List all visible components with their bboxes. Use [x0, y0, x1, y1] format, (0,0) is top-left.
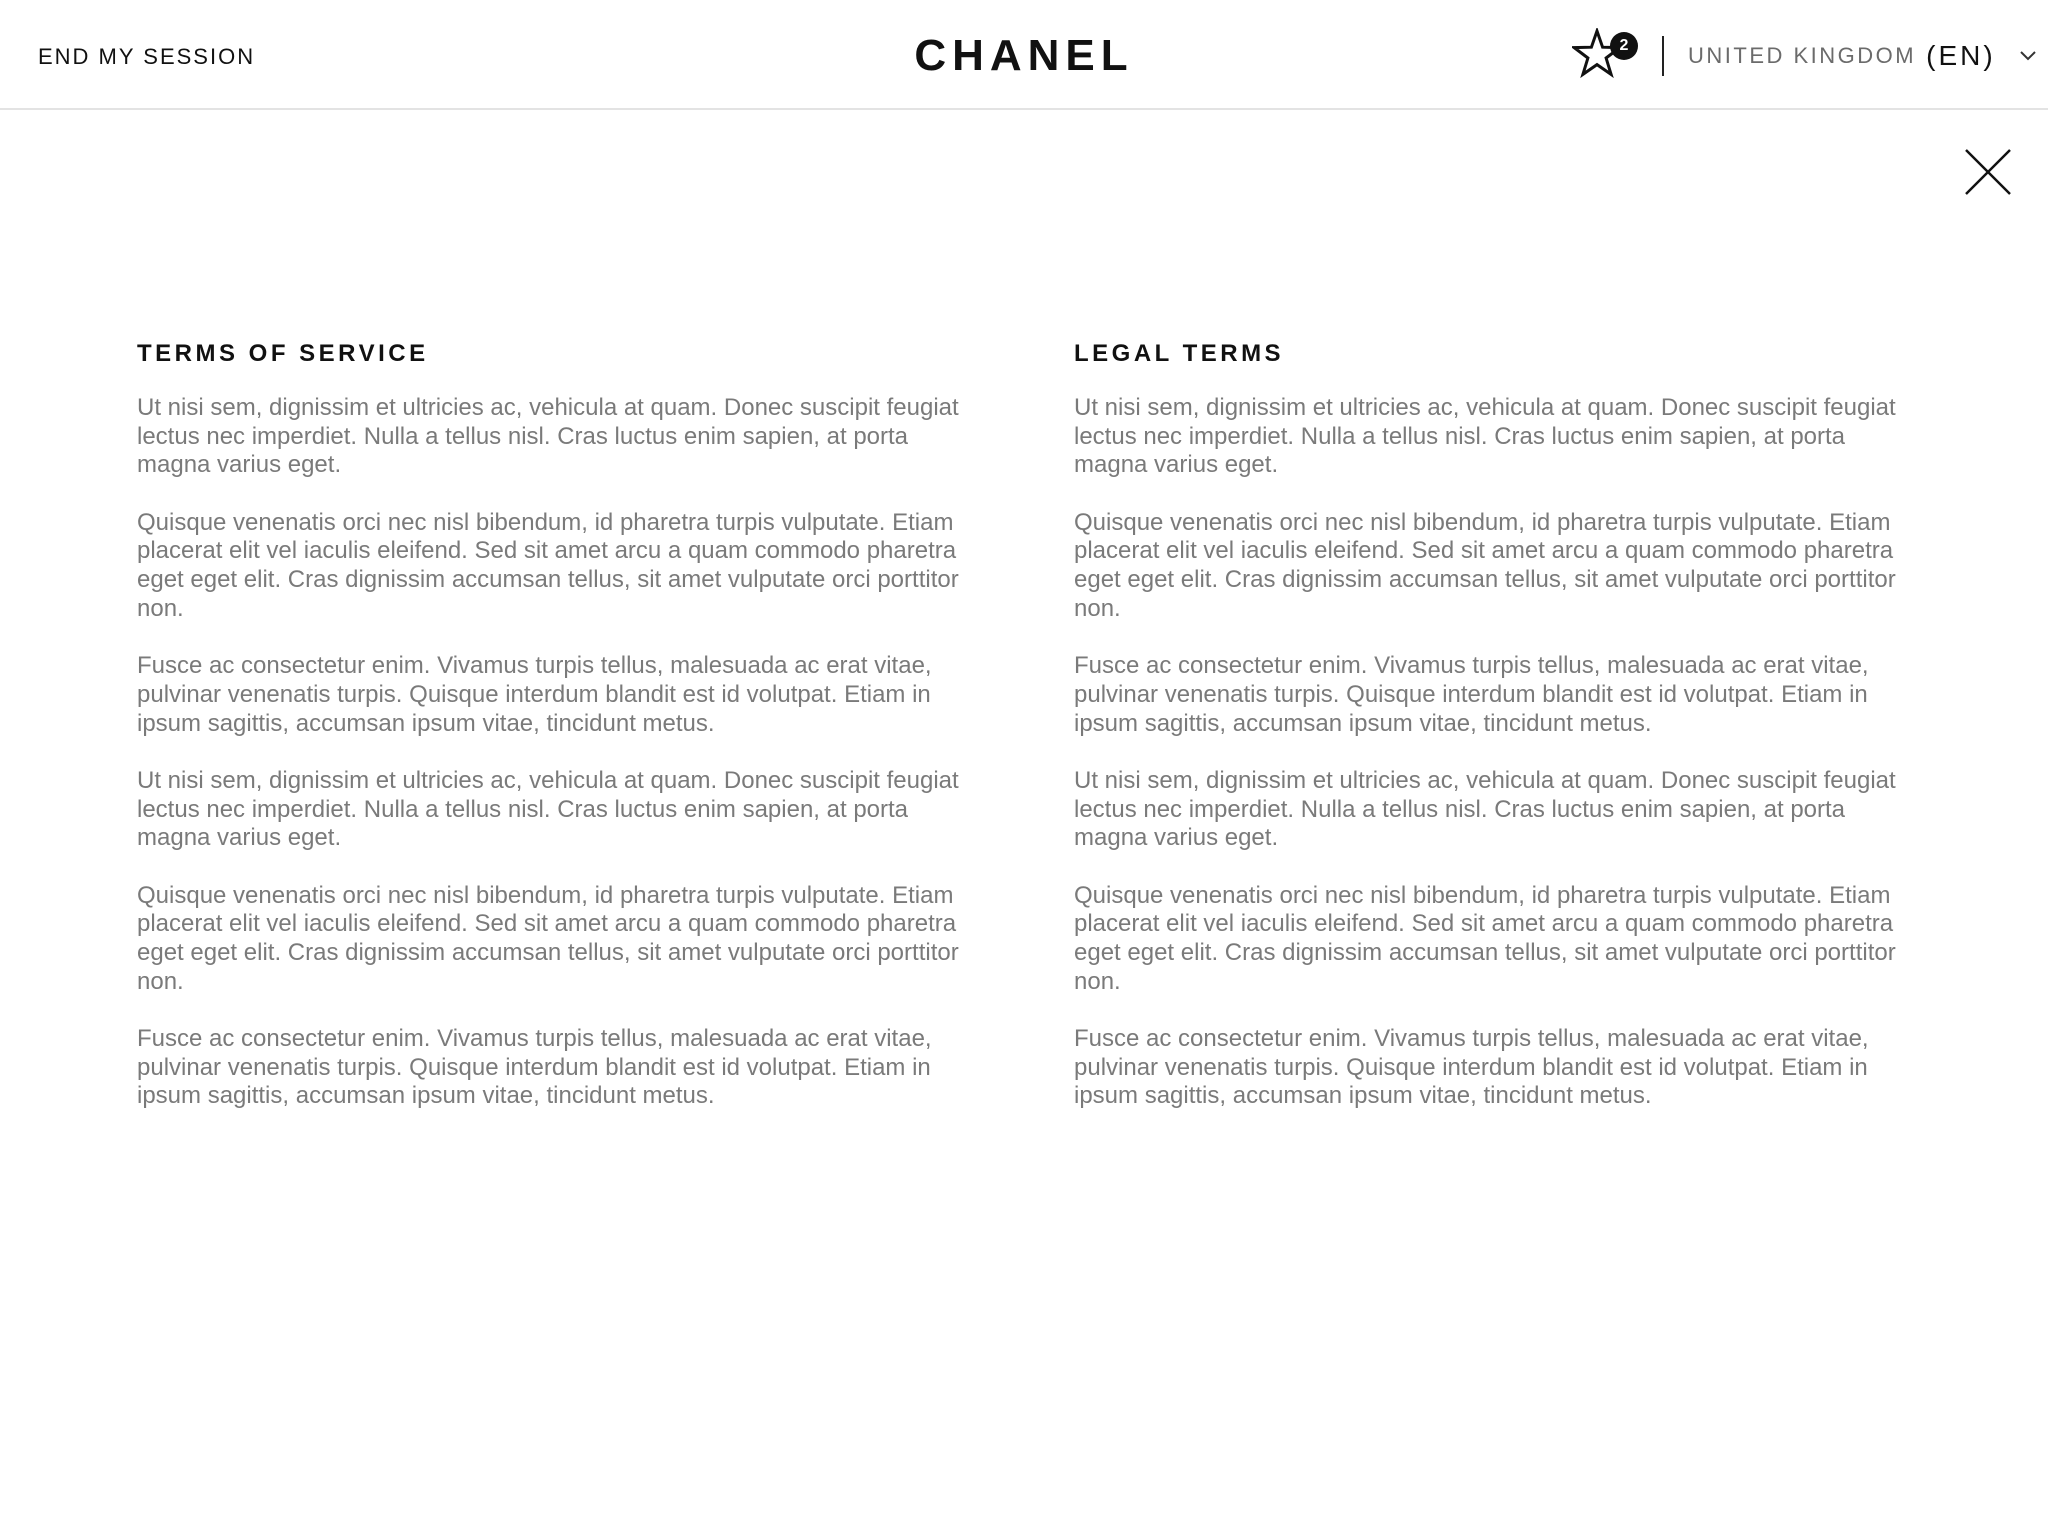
brand-logo: CHANEL	[914, 31, 1134, 80]
paragraph: Fusce ac consectetur enim. Vivamus turpi…	[137, 1024, 932, 1110]
terms-of-service-section: TERMS OF SERVICE Ut nisi sem, dignissim …	[137, 336, 977, 1140]
section-title: LEGAL TERMS	[1074, 340, 1285, 367]
end-session-button[interactable]: END MY SESSION	[38, 42, 255, 72]
wishlist-button[interactable]: 2	[1572, 26, 1638, 82]
paragraph: Fusce ac consectetur enim. Vivamus turpi…	[137, 652, 932, 737]
region-selector[interactable]: UNITED KINGDOM (EN)	[1688, 36, 2038, 76]
paragraph: Fusce ac consectetur enim. Vivamus turpi…	[1074, 1024, 1869, 1110]
legal-terms-section: LEGAL TERMS Ut nisi sem, dignissim et ul…	[1074, 336, 1914, 1140]
region-country: UNITED KINGDOM	[1688, 43, 1917, 68]
paragraph: Fusce ac consectetur enim. Vivamus turpi…	[1074, 652, 1869, 737]
section-title: TERMS OF SERVICE	[137, 340, 429, 367]
paragraph: Quisque venenatis orci nec nisl bibendum…	[137, 508, 959, 622]
close-icon	[1965, 149, 2011, 195]
paragraph: Ut nisi sem, dignissim et ultricies ac, …	[137, 766, 959, 852]
close-button[interactable]	[1962, 146, 2014, 198]
paragraph: Ut nisi sem, dignissim et ultricies ac, …	[1074, 766, 1896, 852]
wishlist-count-badge: 2	[1610, 32, 1638, 60]
header-divider	[1662, 36, 1664, 76]
paragraph: Quisque venenatis orci nec nisl bibendum…	[1074, 508, 1896, 622]
paragraph: Quisque venenatis orci nec nisl bibendum…	[137, 881, 959, 995]
paragraph: Ut nisi sem, dignissim et ultricies ac, …	[137, 394, 959, 479]
top-header: END MY SESSION CHANEL 2 UNITED KINGDOM (…	[0, 0, 2048, 110]
region-language: (EN)	[1926, 40, 1996, 71]
chevron-down-icon	[2019, 51, 2036, 61]
paragraph: Ut nisi sem, dignissim et ultricies ac, …	[1074, 394, 1896, 479]
paragraph: Quisque venenatis orci nec nisl bibendum…	[1074, 881, 1896, 995]
